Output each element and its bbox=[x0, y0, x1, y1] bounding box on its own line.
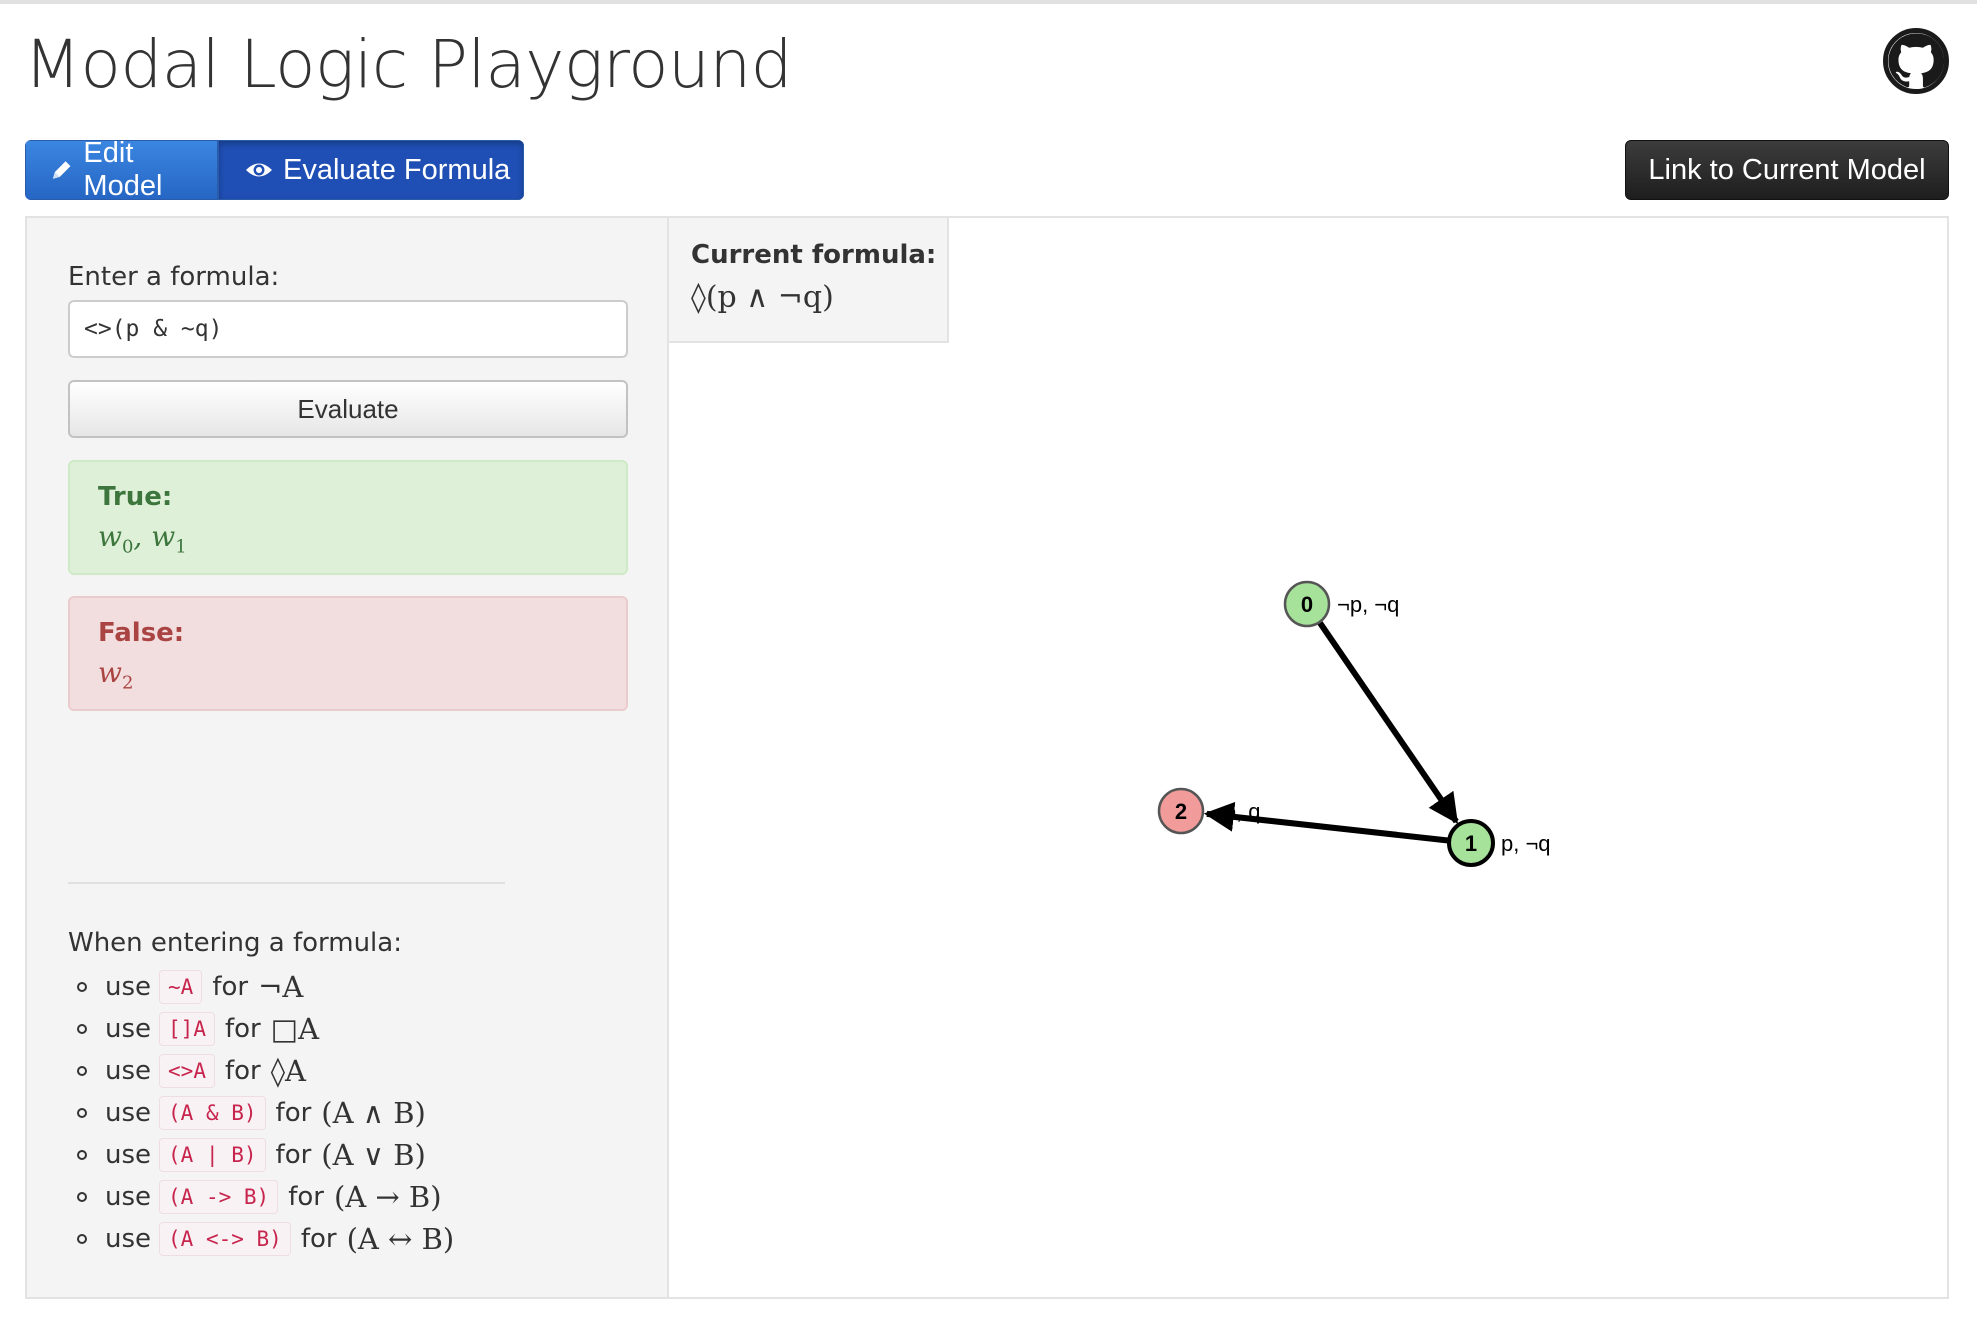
syntax-code: (A & B) bbox=[159, 1096, 266, 1130]
github-icon[interactable] bbox=[1883, 28, 1949, 94]
world-node-valuation: ¬p, ¬q bbox=[1337, 592, 1399, 617]
edge-arrow[interactable] bbox=[1317, 621, 1459, 825]
syntax-math: ¬A bbox=[258, 970, 304, 1004]
kripke-model-graph[interactable]: 0 ¬p, ¬q 1 p, ¬q 2 ¬p, q bbox=[669, 218, 1947, 1297]
syntax-math: (A ∧ B) bbox=[321, 1096, 426, 1130]
world-node-id: 0 bbox=[1301, 592, 1313, 617]
syntax-code: []A bbox=[159, 1012, 215, 1046]
syntax-math: ◊A bbox=[270, 1054, 306, 1088]
top-border bbox=[0, 0, 1977, 4]
eye-icon bbox=[246, 163, 272, 177]
formula-sidebar: Enter a formula: Evaluate True: w0, w1 F… bbox=[27, 218, 669, 1297]
false-result-panel: False: w2 bbox=[68, 596, 628, 711]
divider bbox=[68, 882, 505, 884]
tab-evaluate-formula-label: Evaluate Formula bbox=[283, 153, 511, 186]
syntax-math: (A ↔ B) bbox=[346, 1222, 455, 1256]
true-result-title: True: bbox=[98, 482, 173, 512]
syntax-math: □A bbox=[270, 1012, 320, 1046]
world-item: w0 bbox=[98, 520, 134, 558]
syntax-code: (A -> B) bbox=[159, 1180, 279, 1214]
syntax-code: (A <-> B) bbox=[159, 1222, 291, 1256]
mode-tabs: Edit Model Evaluate Formula bbox=[25, 140, 524, 200]
help-item-and: use (A & B) for (A ∧ B) bbox=[77, 1092, 454, 1134]
help-item-diamond: use <>A for ◊A bbox=[77, 1050, 454, 1092]
bullet-icon bbox=[77, 1066, 87, 1076]
tab-evaluate-formula[interactable]: Evaluate Formula bbox=[218, 140, 524, 200]
syntax-help-list: use ~A for ¬A use []A for □A use <>A for… bbox=[77, 966, 454, 1260]
help-item-box: use []A for □A bbox=[77, 1008, 454, 1050]
syntax-code: (A | B) bbox=[159, 1138, 266, 1172]
world-node-id: 2 bbox=[1175, 799, 1187, 824]
true-result-panel: True: w0, w1 bbox=[68, 460, 628, 575]
true-worlds: w0, w1 bbox=[98, 520, 187, 558]
model-canvas-panel[interactable]: Current formula: ◊(p ∧ ¬q) 0 ¬p, ¬q 1 p, ¬q… bbox=[669, 218, 1947, 1297]
bullet-icon bbox=[77, 1024, 87, 1034]
bullet-icon bbox=[77, 1192, 87, 1202]
help-title: When entering a formula: bbox=[68, 928, 402, 958]
link-current-model-button[interactable]: Link to Current Model bbox=[1625, 140, 1949, 200]
formula-input-label: Enter a formula: bbox=[68, 262, 280, 292]
evaluate-button[interactable]: Evaluate bbox=[68, 380, 628, 438]
main-panel: Enter a formula: Evaluate True: w0, w1 F… bbox=[25, 216, 1949, 1299]
syntax-math: (A → B) bbox=[333, 1180, 442, 1214]
world-item: w2 bbox=[98, 656, 134, 694]
page-title: Modal Logic Playground bbox=[24, 26, 793, 103]
bullet-icon bbox=[77, 1234, 87, 1244]
formula-input[interactable] bbox=[68, 300, 628, 358]
false-result-title: False: bbox=[98, 618, 185, 648]
pencil-icon bbox=[52, 161, 71, 179]
help-item-not: use ~A for ¬A bbox=[77, 966, 454, 1008]
tab-edit-model-label: Edit Model bbox=[83, 140, 163, 200]
help-item-iff: use (A <-> B) for (A ↔ B) bbox=[77, 1218, 454, 1260]
world-node-valuation: ¬p, q bbox=[1211, 799, 1261, 824]
world-node-valuation: p, ¬q bbox=[1501, 831, 1551, 856]
syntax-code: <>A bbox=[159, 1054, 215, 1088]
syntax-code: ~A bbox=[159, 970, 203, 1004]
world-item: w1 bbox=[151, 520, 187, 558]
bullet-icon bbox=[77, 1150, 87, 1160]
help-item-or: use (A | B) for (A ∨ B) bbox=[77, 1134, 454, 1176]
tab-edit-model[interactable]: Edit Model bbox=[25, 140, 218, 200]
syntax-math: (A ∨ B) bbox=[321, 1138, 426, 1172]
world-node-id: 1 bbox=[1465, 831, 1477, 856]
bullet-icon bbox=[77, 982, 87, 992]
help-item-implies: use (A -> B) for (A → B) bbox=[77, 1176, 454, 1218]
bullet-icon bbox=[77, 1108, 87, 1118]
false-worlds: w2 bbox=[98, 656, 133, 694]
